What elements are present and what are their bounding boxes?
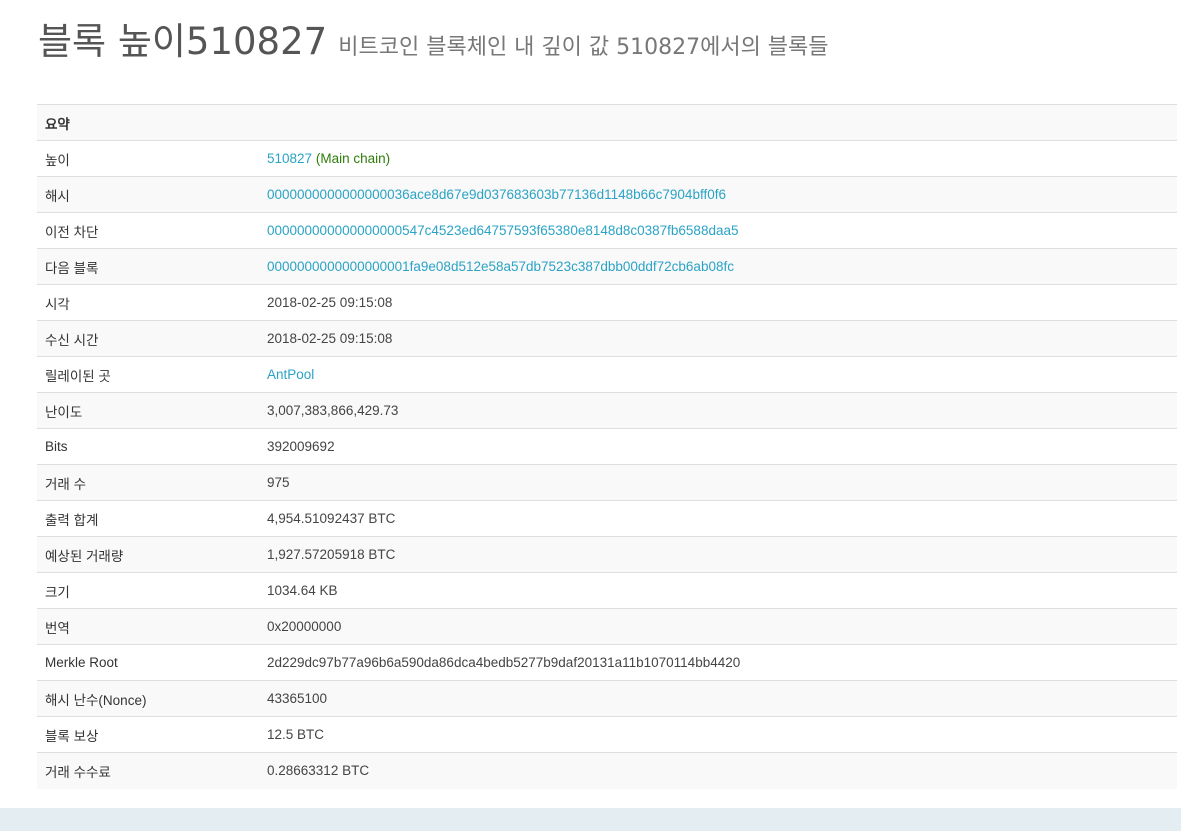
row-value: 975 (259, 464, 1177, 501)
row-value: 000000000000000000547c4523ed64757593f653… (259, 212, 1177, 249)
page-subtitle: 비트코인 블록체인 내 깊이 값 510827에서의 블록들 (338, 35, 829, 60)
row-label: 높이 (37, 140, 259, 177)
table-row-version: 번역 0x20000000 (37, 608, 1177, 645)
table-row-bits: Bits 392009692 (37, 428, 1177, 465)
relayed-by-link[interactable]: AntPool (267, 367, 314, 382)
table-row-block-reward: 블록 보상 12.5 BTC (37, 716, 1177, 753)
row-label: 블록 보상 (37, 716, 259, 753)
table-row-hash: 해시 0000000000000000036ace8d67e9d03768360… (37, 176, 1177, 213)
row-label: 이전 차단 (37, 212, 259, 249)
row-value: 0x20000000 (259, 608, 1177, 645)
row-label: Merkle Root (37, 644, 259, 681)
row-value: 0000000000000000036ace8d67e9d037683603b7… (259, 176, 1177, 213)
row-label: 번역 (37, 608, 259, 645)
row-label: 릴레이된 곳 (37, 356, 259, 393)
row-label: 수신 시간 (37, 320, 259, 357)
row-label: 다음 블록 (37, 248, 259, 285)
page-header: 블록 높이510827 비트코인 블록체인 내 깊이 값 510827에서의 블… (38, 20, 829, 64)
row-value: 3,007,383,866,429.73 (259, 392, 1177, 429)
main-chain-label: (Main chain) (315, 151, 391, 166)
row-value: 12.5 BTC (259, 716, 1177, 753)
row-label: 시각 (37, 284, 259, 321)
row-label: 크기 (37, 572, 259, 609)
height-link[interactable]: 510827 (267, 151, 312, 166)
row-label: Bits (37, 428, 259, 465)
row-label: 난이도 (37, 392, 259, 429)
block-summary-table: 요약 높이 510827 (Main chain) 해시 00000000000… (37, 104, 1177, 789)
row-label: 해시 난수(Nonce) (37, 680, 259, 717)
table-row-merkle-root: Merkle Root 2d229dc97b77a96b6a590da86dca… (37, 644, 1177, 681)
row-label: 거래 수수료 (37, 752, 259, 789)
block-page: 블록 높이510827 비트코인 블록체인 내 깊이 값 510827에서의 블… (0, 0, 1181, 831)
row-value: 2d229dc97b77a96b6a590da86dca4bedb5277b9d… (259, 644, 1177, 681)
table-row-size: 크기 1034.64 KB (37, 572, 1177, 609)
summary-heading: 요약 (37, 104, 1177, 141)
row-value: 392009692 (259, 428, 1177, 465)
table-row-previous-block: 이전 차단 000000000000000000547c4523ed647575… (37, 212, 1177, 249)
table-row-estimated-volume: 예상된 거래량 1,927.57205918 BTC (37, 536, 1177, 573)
previous-block-link[interactable]: 000000000000000000547c4523ed64757593f653… (267, 223, 739, 238)
row-value: AntPool (259, 356, 1177, 393)
page-title: 블록 높이510827 (38, 20, 328, 63)
table-row-timestamp: 시각 2018-02-25 09:15:08 (37, 284, 1177, 321)
row-value: 43365100 (259, 680, 1177, 717)
row-label: 출력 합계 (37, 500, 259, 537)
row-value: 0000000000000000001fa9e08d512e58a57db752… (259, 248, 1177, 285)
row-value: 2018-02-25 09:15:08 (259, 320, 1177, 357)
table-row-height: 높이 510827 (Main chain) (37, 140, 1177, 177)
row-value: 1034.64 KB (259, 572, 1177, 609)
table-row-received-time: 수신 시간 2018-02-25 09:15:08 (37, 320, 1177, 357)
row-value: 4,954.51092437 BTC (259, 500, 1177, 537)
table-row-nonce: 해시 난수(Nonce) 43365100 (37, 680, 1177, 717)
row-value: 0.28663312 BTC (259, 752, 1177, 789)
table-row-relayed-by: 릴레이된 곳 AntPool (37, 356, 1177, 393)
row-label: 해시 (37, 176, 259, 213)
row-label: 예상된 거래량 (37, 536, 259, 573)
row-value: 2018-02-25 09:15:08 (259, 284, 1177, 321)
footer-band (0, 808, 1181, 831)
row-value: 1,927.57205918 BTC (259, 536, 1177, 573)
summary-heading-row: 요약 (37, 104, 1177, 141)
row-value: 510827 (Main chain) (259, 140, 1177, 177)
next-block-link[interactable]: 0000000000000000001fa9e08d512e58a57db752… (267, 259, 734, 274)
row-label: 거래 수 (37, 464, 259, 501)
hash-link[interactable]: 0000000000000000036ace8d67e9d037683603b7… (267, 187, 726, 202)
table-row-transaction-fees: 거래 수수료 0.28663312 BTC (37, 752, 1177, 789)
table-row-next-block: 다음 블록 0000000000000000001fa9e08d512e58a5… (37, 248, 1177, 285)
table-row-output-total: 출력 합계 4,954.51092437 BTC (37, 500, 1177, 537)
table-row-tx-count: 거래 수 975 (37, 464, 1177, 501)
table-row-difficulty: 난이도 3,007,383,866,429.73 (37, 392, 1177, 429)
